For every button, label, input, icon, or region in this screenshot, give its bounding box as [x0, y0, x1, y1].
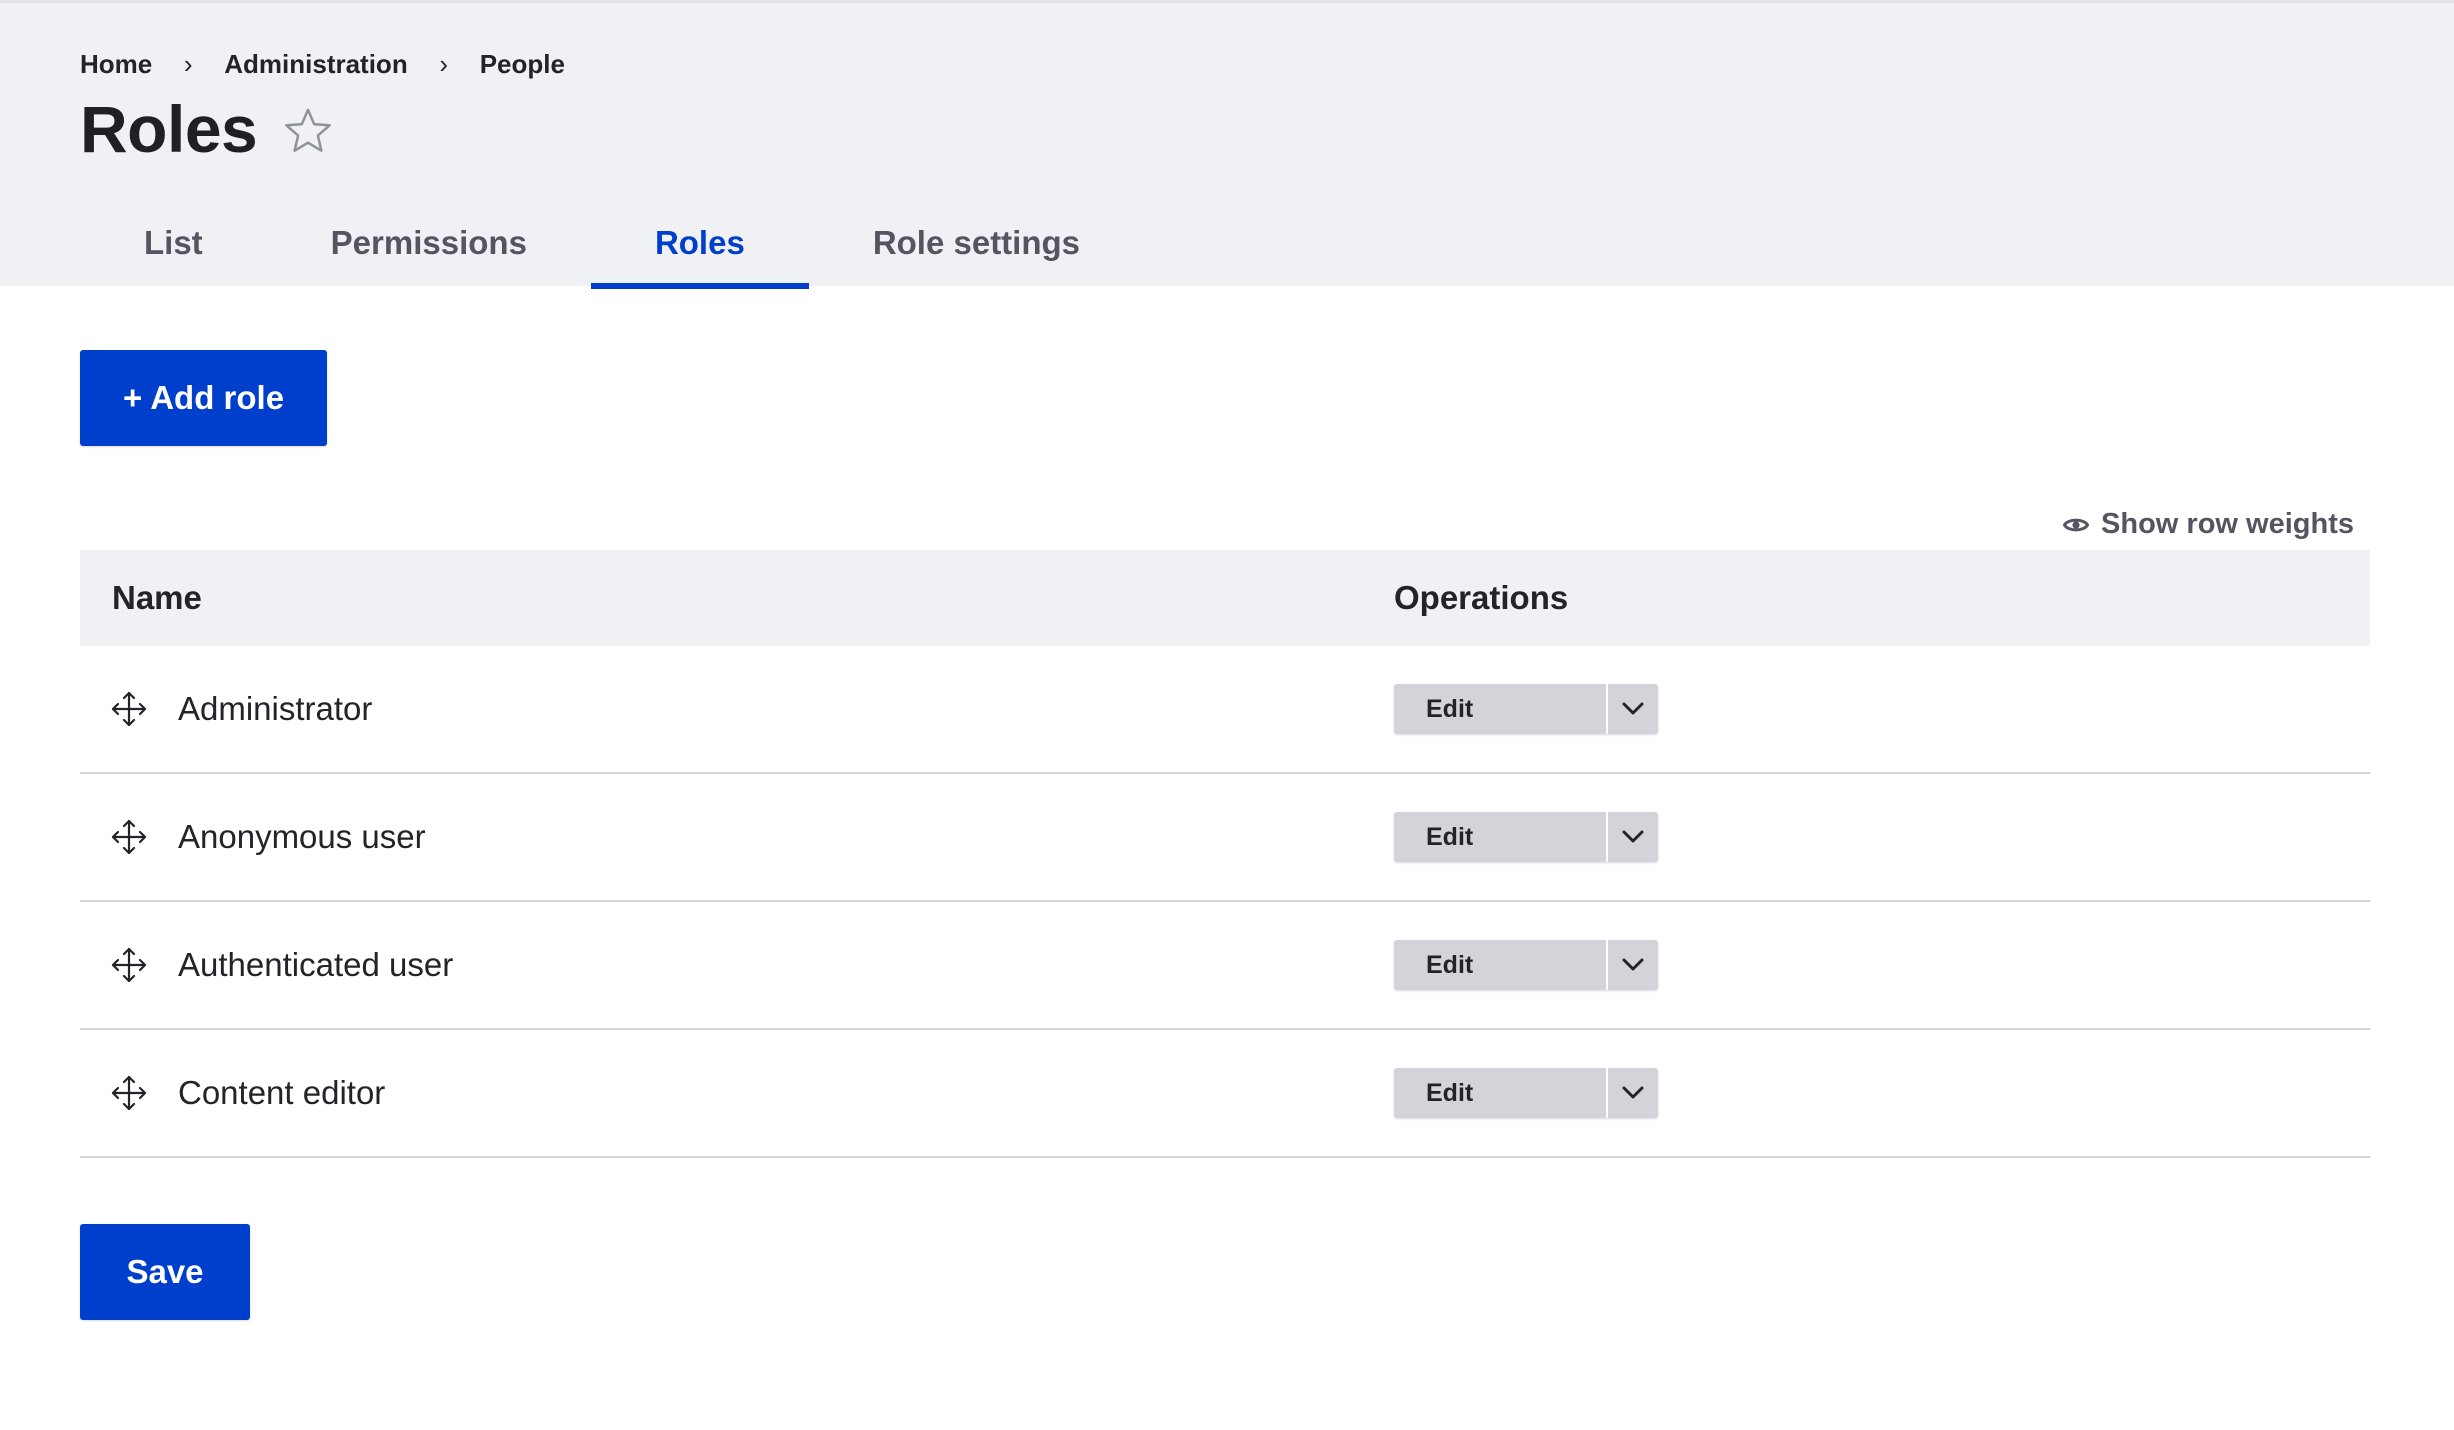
edit-button[interactable]: Edit [1394, 940, 1606, 990]
edit-button[interactable]: Edit [1394, 812, 1606, 862]
operations-cell: Edit [1394, 684, 2370, 734]
edit-button[interactable]: Edit [1394, 684, 1606, 734]
table-row: Anonymous user Edit [80, 774, 2370, 902]
operations-cell: Edit [1394, 1068, 2370, 1118]
chevron-down-icon [1622, 702, 1644, 715]
dropbutton-toggle[interactable] [1608, 684, 1658, 734]
drag-handle-icon[interactable] [110, 1074, 148, 1112]
breadcrumb-separator: › [439, 49, 449, 79]
role-name: Content editor [178, 1074, 386, 1111]
star-outline-icon[interactable] [281, 104, 335, 158]
page-title-row: Roles [80, 89, 335, 169]
page-header: Home › Administration › People Roles Lis… [0, 0, 2454, 289]
breadcrumb-administration-link[interactable]: Administration [224, 47, 407, 81]
breadcrumb-home-link[interactable]: Home [80, 47, 152, 81]
role-name: Administrator [178, 690, 373, 727]
operations-cell: Edit [1394, 940, 2370, 990]
breadcrumb-people-link[interactable]: People [480, 47, 565, 81]
primary-tabs: List Permissions Roles Role settings [80, 213, 1144, 289]
role-name: Authenticated user [178, 946, 454, 983]
operations-cell: Edit [1394, 812, 2370, 862]
edit-button[interactable]: Edit [1394, 1068, 1606, 1118]
show-row-weights-label: Show row weights [2101, 508, 2354, 540]
tab-roles[interactable]: Roles [590, 213, 809, 289]
eye-icon [2063, 518, 2090, 531]
column-header-name: Name [112, 579, 202, 616]
operations-dropbutton: Edit [1394, 940, 1658, 990]
role-name-cell: Anonymous user [80, 818, 1394, 856]
page-title: Roles [80, 92, 258, 166]
table-row: Content editor Edit [80, 1030, 2370, 1158]
breadcrumb: Home › Administration › People [80, 47, 565, 81]
add-role-button[interactable]: + Add role [80, 350, 327, 446]
chevron-down-icon [1622, 958, 1644, 971]
table-header: Name Operations [80, 550, 2370, 646]
breadcrumb-separator: › [183, 49, 193, 79]
chevron-down-icon [1622, 830, 1644, 843]
chevron-down-icon [1622, 1086, 1644, 1099]
tab-list[interactable]: List [80, 213, 267, 289]
operations-dropbutton: Edit [1394, 812, 1658, 862]
operations-dropbutton: Edit [1394, 684, 1658, 734]
dropbutton-toggle[interactable] [1608, 1068, 1658, 1118]
show-row-weights-button[interactable]: Show row weights [2063, 508, 2354, 541]
operations-dropbutton: Edit [1394, 1068, 1658, 1118]
table-row: Administrator Edit [80, 646, 2370, 774]
roles-table: Name Operations Administrator Edit Anony… [80, 550, 2370, 1158]
add-role-label: Add role [150, 379, 285, 416]
tab-role-settings[interactable]: Role settings [809, 213, 1144, 289]
table-row: Authenticated user Edit [80, 902, 2370, 1030]
save-button[interactable]: Save [80, 1224, 250, 1320]
drag-handle-icon[interactable] [110, 690, 148, 728]
drag-handle-icon[interactable] [110, 946, 148, 984]
role-name-cell: Authenticated user [80, 946, 1394, 984]
column-header-operations: Operations [1394, 579, 1569, 616]
plus-icon: + [122, 379, 143, 416]
role-name-cell: Content editor [80, 1074, 1394, 1112]
role-name: Anonymous user [178, 818, 426, 855]
role-name-cell: Administrator [80, 690, 1394, 728]
drag-handle-icon[interactable] [110, 818, 148, 856]
dropbutton-toggle[interactable] [1608, 940, 1658, 990]
dropbutton-toggle[interactable] [1608, 812, 1658, 862]
tab-permissions[interactable]: Permissions [267, 213, 591, 289]
